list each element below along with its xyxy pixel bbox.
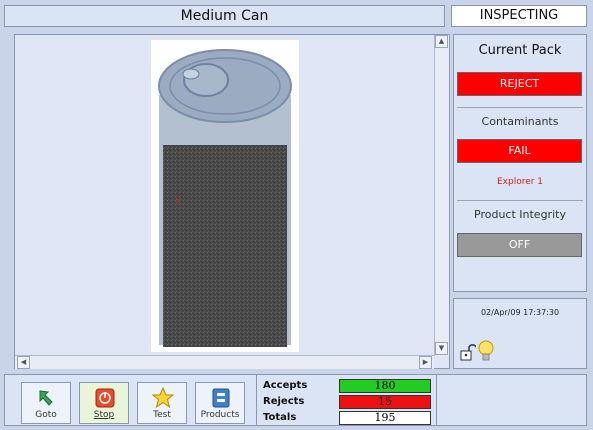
lock-icon[interactable] [460, 343, 477, 365]
product-integrity-label: Product Integrity [474, 208, 566, 221]
goto-arrow-icon [39, 390, 53, 406]
horizontal-scrollbar[interactable]: ◀ ▶ [15, 355, 434, 369]
detector-name: Explorer 1 [496, 177, 544, 187]
inspection-status: INSPECTING [451, 5, 587, 27]
datetime-panel: 02/Apr/09 17:37:30 [453, 298, 587, 369]
products-icon [212, 388, 230, 408]
test-button[interactable]: Test [137, 382, 187, 424]
star-icon [152, 387, 174, 409]
down-arrow-icon[interactable]: ▼ [435, 342, 448, 355]
datetime: 02/Apr/09 17:37:30 [480, 308, 560, 317]
lightbulb-icon[interactable] [476, 339, 496, 367]
goto-button[interactable]: Goto [21, 382, 71, 424]
stop-icon [95, 388, 115, 408]
divider [436, 375, 437, 425]
xray-viewer[interactable]: × ▲ ▼ ◀ ▶ [14, 34, 450, 369]
up-arrow-icon[interactable]: ▲ [435, 35, 448, 48]
accepts-count: 180 [339, 379, 431, 393]
contaminants-status-badge: FAIL [457, 139, 582, 163]
test-label: Test [153, 410, 171, 420]
current-pack-title: Current Pack [478, 43, 562, 58]
totals-count: 195 [339, 411, 431, 425]
divider [457, 200, 583, 201]
bottom-toolbar: Goto Stop Test Products Accepts 180 Reje… [4, 374, 587, 426]
vertical-scrollbar[interactable]: ▲ ▼ [434, 35, 449, 356]
totals-label: Totals [263, 412, 297, 423]
contaminants-label: Contaminants [481, 115, 559, 128]
product-title: Medium Can [4, 5, 445, 27]
products-label: Products [200, 410, 240, 420]
products-button[interactable]: Products [195, 382, 245, 424]
divider [457, 107, 583, 108]
right-arrow-icon[interactable]: ▶ [419, 356, 432, 369]
rejects-count: 15 [339, 395, 431, 409]
reject-status-badge: REJECT [457, 72, 582, 96]
contaminant-marker-icon: × [175, 196, 183, 206]
divider [256, 375, 257, 425]
stop-button[interactable]: Stop [79, 382, 129, 424]
accepts-label: Accepts [263, 380, 308, 391]
current-pack-panel: Current Pack REJECT Contaminants FAIL Ex… [453, 34, 587, 292]
xray-image: × [151, 40, 299, 352]
stop-label: Stop [93, 410, 115, 420]
goto-label: Goto [35, 410, 57, 420]
left-arrow-icon[interactable]: ◀ [17, 356, 30, 369]
integrity-status-badge: OFF [457, 233, 582, 257]
rejects-label: Rejects [263, 396, 305, 407]
